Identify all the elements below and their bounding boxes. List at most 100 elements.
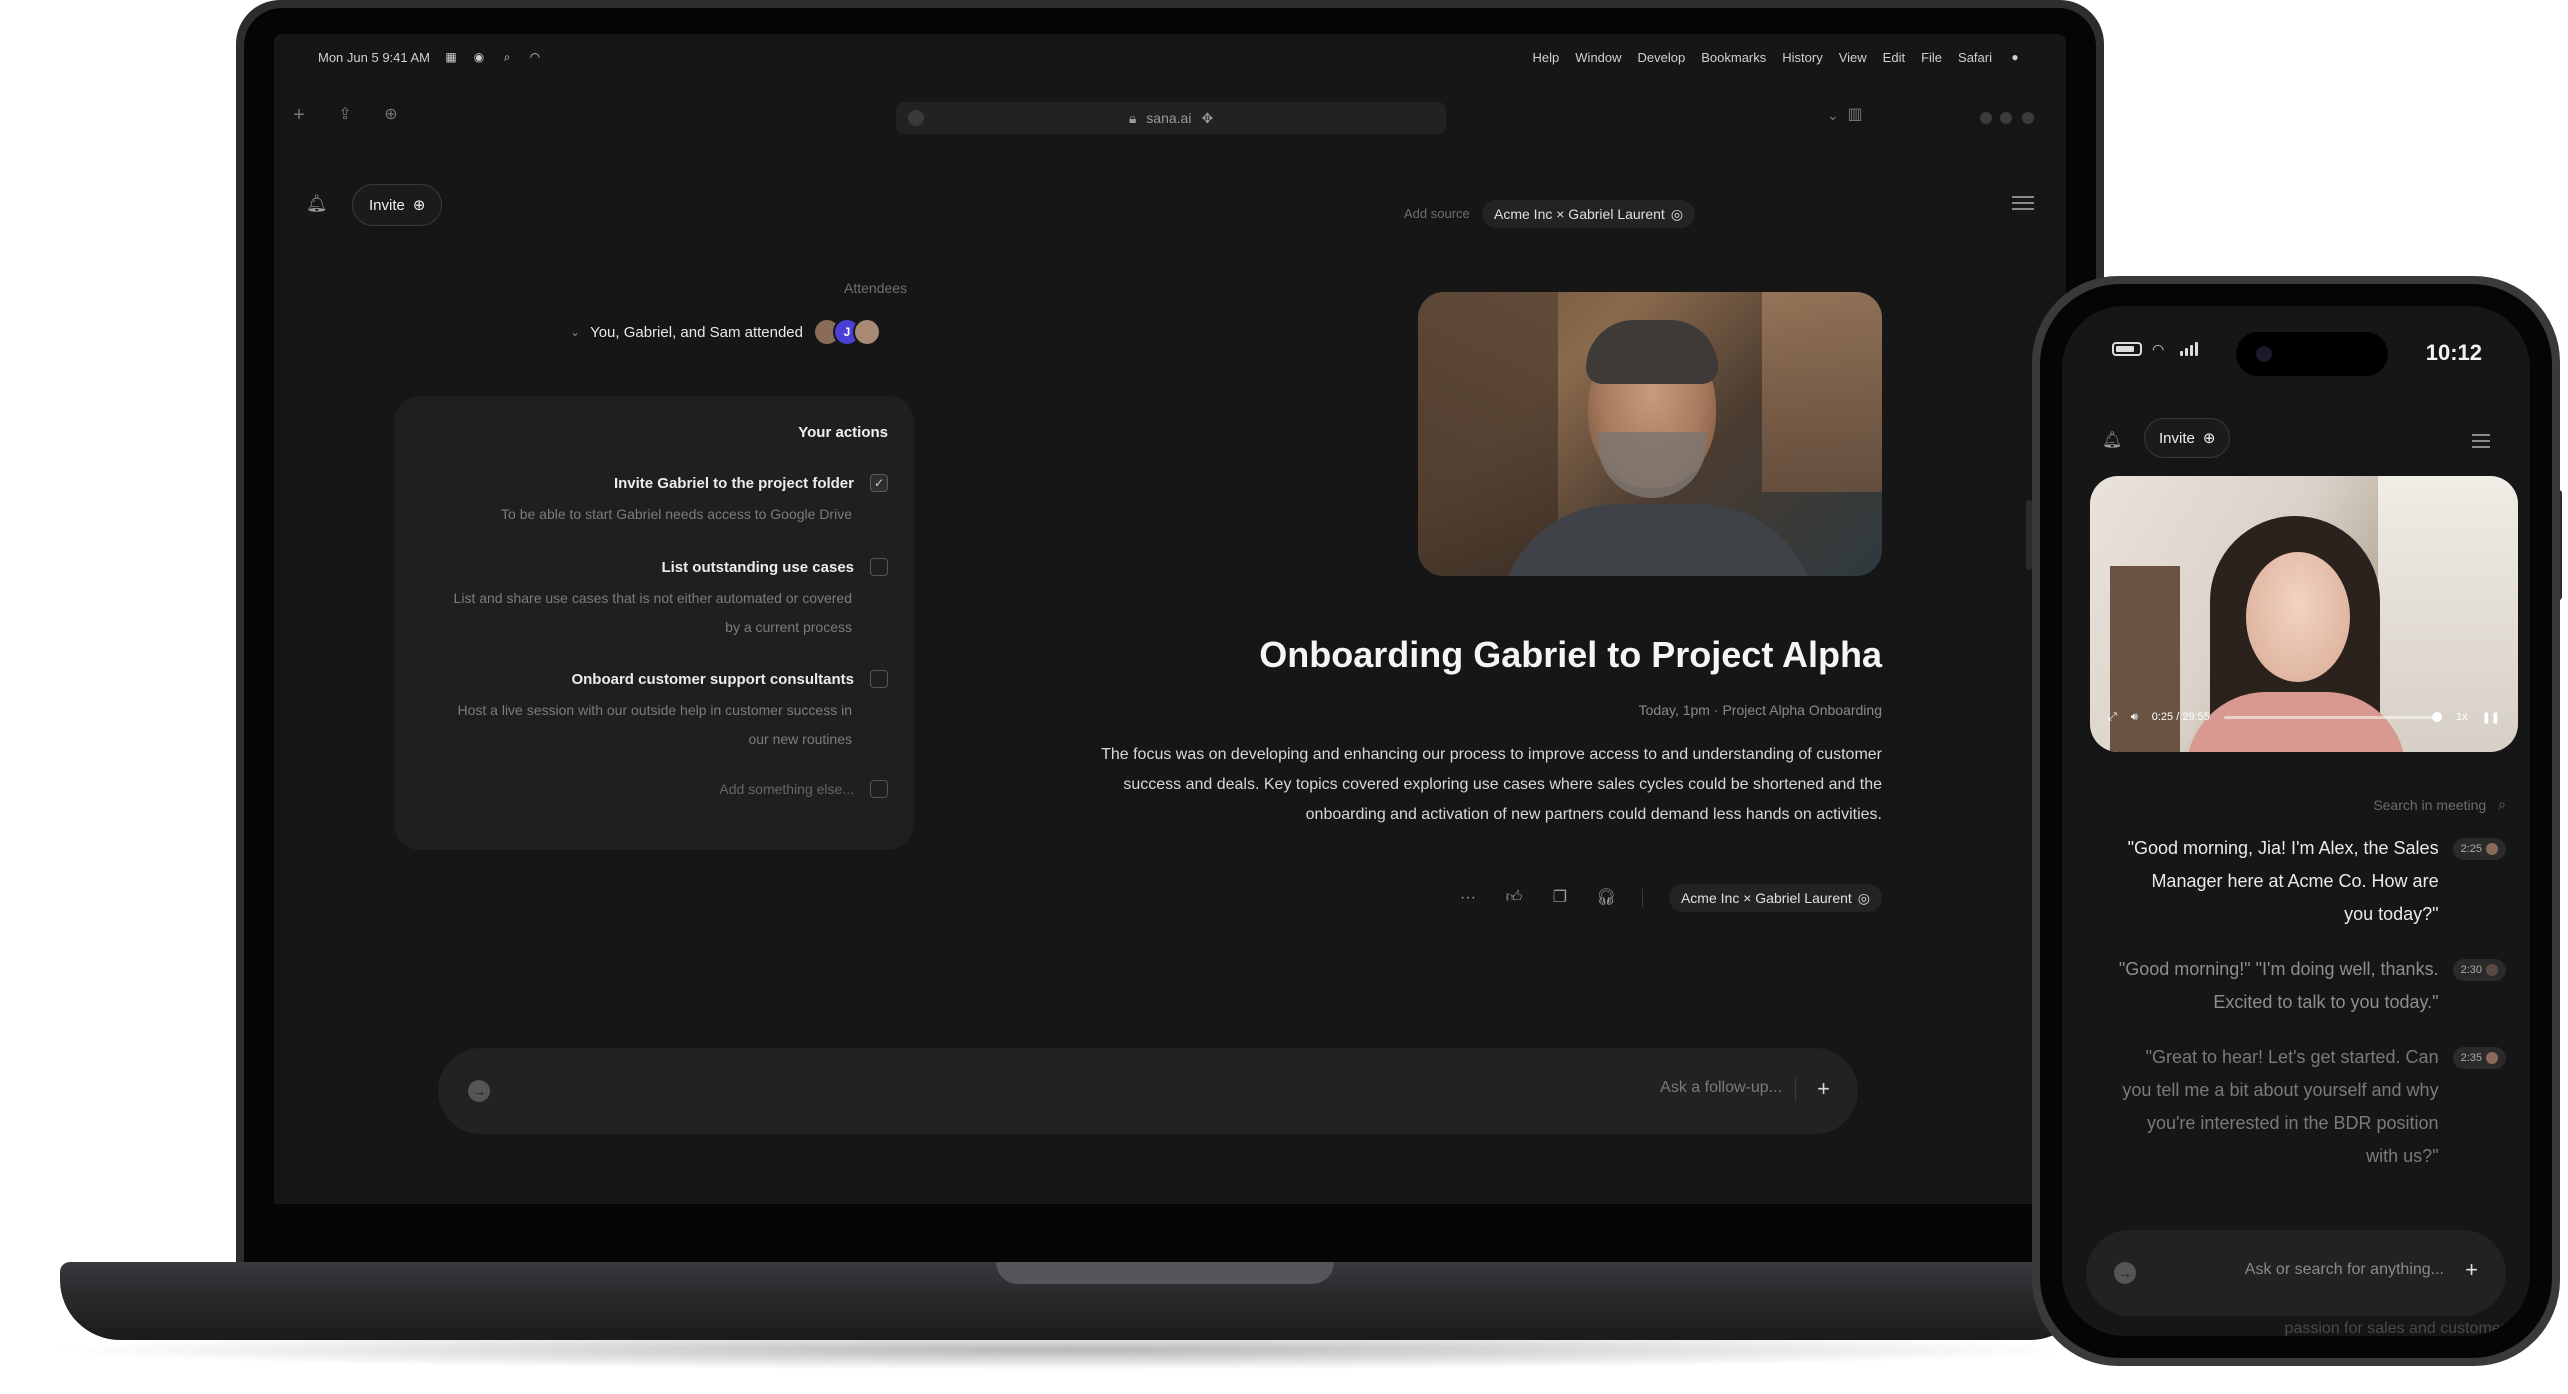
- add-source-link[interactable]: Add source: [1404, 206, 1470, 221]
- timestamp-badge[interactable]: 2:25: [2452, 838, 2506, 860]
- copy-icon[interactable]: ❐: [1550, 888, 1570, 908]
- meeting-video[interactable]: ⤢ 🔊︎ 0:25 / 29:55 1x ❚❚: [2090, 476, 2518, 752]
- new-tab-icon[interactable]: +: [286, 102, 312, 128]
- action-description: List and share use cases that is not eit…: [453, 590, 852, 635]
- pause-icon[interactable]: ❚❚: [2482, 711, 2500, 724]
- action-title: Onboard customer support consultants: [571, 670, 854, 688]
- page-settings-icon[interactable]: [908, 110, 924, 126]
- invite-label: Invite: [2159, 429, 2195, 447]
- volume-icon[interactable]: 🔊︎: [2131, 711, 2138, 724]
- menu-help[interactable]: Help: [1533, 50, 1560, 65]
- transcript-text: "Good morning!" "I'm doing well, thanks.…: [2118, 959, 2439, 1012]
- source-chip-label: Acme Inc × Gabriel Laurent: [1680, 890, 1852, 906]
- add-user-icon: ⊕: [412, 197, 426, 214]
- menu-history[interactable]: History: [1782, 50, 1822, 65]
- share-icon[interactable]: ⇪: [332, 102, 358, 128]
- search-input[interactable]: Search in meeting: [2373, 797, 2486, 813]
- avatar: [2486, 1052, 2498, 1064]
- source-chip[interactable]: Acme Inc × Gabriel Laurent ◎: [1482, 200, 1696, 228]
- transcript-item[interactable]: "Good morning, Jia! I'm Alex, the Sales …: [2090, 832, 2506, 931]
- followup-input[interactable]: Ask a follow-up...: [1660, 1079, 1782, 1097]
- transcript-item[interactable]: "Great to hear! Let's get started. Can y…: [2090, 1041, 2506, 1173]
- download-icon[interactable]: ⊕: [378, 102, 404, 128]
- action-item[interactable]: Onboard customer support consultants Hos…: [448, 670, 888, 754]
- phone: ◠ 10:12 🔔︎ Invite ⊕ ⤢ 🔊︎ 0:25 / 29:55 1x…: [2032, 276, 2560, 1366]
- bell-icon[interactable]: 🔔︎: [2102, 430, 2122, 450]
- phone-bezel: ◠ 10:12 🔔︎ Invite ⊕ ⤢ 🔊︎ 0:25 / 29:55 1x…: [2040, 284, 2552, 1358]
- phone-clock: 10:12: [2425, 340, 2482, 365]
- headphones-icon[interactable]: 🎧︎: [1596, 888, 1616, 908]
- video-time: 0:25 / 29:55: [2151, 711, 2210, 723]
- send-icon[interactable]: →: [468, 1080, 490, 1102]
- checkbox[interactable]: [870, 780, 888, 798]
- extension-icon[interactable]: ✥: [1201, 110, 1213, 127]
- invite-button[interactable]: Invite ⊕: [352, 184, 443, 226]
- timestamp: 2:25: [2460, 843, 2482, 855]
- checkbox-checked[interactable]: ✓: [870, 474, 888, 492]
- avatar: [853, 318, 881, 346]
- address-bar[interactable]: 🔒︎ sana.ai ✥: [896, 102, 1446, 134]
- avatar: [2486, 843, 2498, 855]
- window-minimize-button[interactable]: [2000, 112, 2012, 124]
- followup-input-bar[interactable]: → Ask a follow-up... +: [438, 1048, 1858, 1134]
- attendees-row[interactable]: ⌄ You, Gabriel, and Sam attended J: [570, 318, 881, 346]
- menu-safari[interactable]: Safari: [1958, 50, 1992, 65]
- search-icon[interactable]: ⌕: [500, 50, 514, 64]
- transcript-item[interactable]: "Good morning!" "I'm doing well, thanks.…: [2090, 953, 2506, 1019]
- source-chip[interactable]: Acme Inc × Gabriel Laurent ◎: [1668, 884, 1882, 912]
- attendees-label: Attendees: [844, 280, 908, 296]
- menu-develop[interactable]: Develop: [1638, 50, 1686, 65]
- send-icon[interactable]: →: [2114, 1262, 2136, 1284]
- menu-bookmarks[interactable]: Bookmarks: [1701, 50, 1766, 65]
- source-icon: ◎: [1670, 205, 1684, 222]
- more-icon[interactable]: ···: [1458, 888, 1478, 908]
- action-item[interactable]: List outstanding use cases List and shar…: [448, 558, 888, 642]
- menu-file[interactable]: File: [1921, 50, 1942, 65]
- transcript-list: "Good morning, Jia! I'm Alex, the Sales …: [2090, 832, 2506, 1195]
- ask-input-bar[interactable]: → Ask or search for anything... +: [2086, 1230, 2506, 1316]
- control-center-icon[interactable]: ▦: [444, 50, 458, 64]
- sidebar-icon[interactable]: ▥: [1842, 102, 1868, 128]
- laptop-screen: Mon Jun 5 9:41 AM ▦ ◉ ⌕ ◠ Help Window De…: [274, 34, 2066, 1204]
- add-attachment-button[interactable]: +: [1817, 1076, 1830, 1102]
- thumbs-up-icon[interactable]: 👍︎: [1504, 888, 1524, 908]
- checkbox[interactable]: [870, 558, 888, 576]
- wifi-icon[interactable]: ◠: [528, 50, 542, 64]
- ask-input[interactable]: Ask or search for anything...: [2245, 1261, 2444, 1279]
- laptop-opening-notch: [996, 1262, 1334, 1284]
- user-icon[interactable]: ◉: [472, 50, 486, 64]
- meeting-actions: ··· 👍︎ ❐ 🎧︎ Acme Inc × Gabriel Laurent ◎: [1224, 884, 1882, 912]
- timestamp-badge[interactable]: 2:35: [2452, 1047, 2506, 1069]
- chevron-down-icon: ⌄: [570, 325, 581, 339]
- laptop: Mon Jun 5 9:41 AM ▦ ◉ ⌕ ◠ Help Window De…: [236, 0, 2104, 1268]
- meeting-time: Today, 1pm: [1638, 702, 1710, 718]
- address-url: sana.ai: [1146, 110, 1192, 126]
- window-zoom-button[interactable]: [1980, 112, 1992, 124]
- add-attachment-button[interactable]: +: [2465, 1257, 2478, 1283]
- menu-view[interactable]: View: [1839, 50, 1867, 65]
- video-scrubber[interactable]: [2223, 711, 2443, 722]
- avatar: [2486, 964, 2498, 976]
- phone-screen: ◠ 10:12 🔔︎ Invite ⊕ ⤢ 🔊︎ 0:25 / 29:55 1x…: [2062, 306, 2530, 1336]
- wifi-icon: ◠: [2152, 341, 2165, 357]
- menu-edit[interactable]: Edit: [1883, 50, 1905, 65]
- add-action-input[interactable]: Add something else...: [719, 781, 854, 797]
- action-item[interactable]: Invite Gabriel to the project folder ✓ T…: [448, 474, 888, 529]
- hamburger-menu-icon[interactable]: [2012, 196, 2034, 212]
- dynamic-island: [2236, 332, 2388, 376]
- apple-logo-icon[interactable]: ●: [2008, 50, 2022, 64]
- invite-button[interactable]: Invite ⊕: [2144, 418, 2231, 458]
- playback-speed[interactable]: 1x: [2456, 711, 2468, 723]
- menu-window[interactable]: Window: [1575, 50, 1621, 65]
- hamburger-menu-icon[interactable]: [2472, 434, 2490, 452]
- source-icon: ◎: [1857, 889, 1870, 906]
- bell-icon[interactable]: 🔔︎: [306, 194, 328, 214]
- meeting-video[interactable]: [1418, 292, 1882, 576]
- window-close-button[interactable]: [2022, 112, 2034, 124]
- checkbox[interactable]: [870, 670, 888, 688]
- fullscreen-icon[interactable]: ⤢: [2108, 711, 2117, 724]
- transcript-search[interactable]: Search in meeting ⌕: [2102, 796, 2506, 813]
- add-action-row[interactable]: Add something else...: [448, 780, 888, 798]
- invite-label: Invite: [369, 196, 405, 214]
- timestamp-badge[interactable]: 2:30: [2452, 959, 2506, 981]
